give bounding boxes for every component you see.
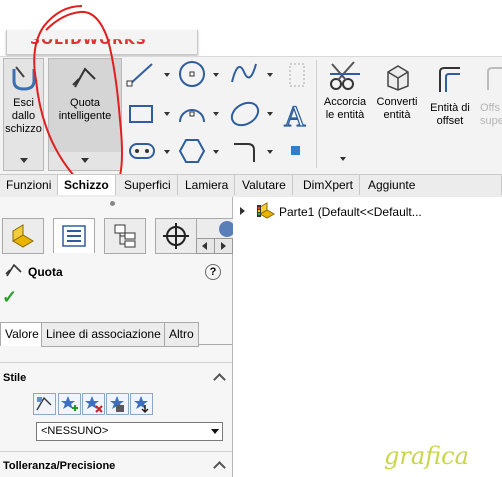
configuration-manager-icon <box>114 224 136 248</box>
expand-arrow-icon[interactable] <box>240 207 245 215</box>
subtab-linee-di-associazione[interactable]: Linee di associazione <box>41 322 166 347</box>
set-default-style-button[interactable] <box>33 393 56 415</box>
subtab-valore[interactable]: Valore <box>0 322 44 346</box>
tree-root-part[interactable]: Parte1 (Default<<Default... <box>279 205 422 219</box>
chevron-left-icon <box>202 242 207 250</box>
style-select[interactable]: <NESSUNO> <box>36 422 223 441</box>
property-manager-icon <box>62 225 86 247</box>
style-section-title: Stile <box>3 372 27 384</box>
tab-valutare[interactable]: Valutare <box>236 175 293 195</box>
panel-splitter-handle[interactable] <box>110 201 115 206</box>
chevron-down-icon <box>211 429 219 434</box>
load-style-icon <box>134 396 149 414</box>
configuration-manager-tab[interactable] <box>104 218 146 254</box>
panel-title: Quota <box>28 265 63 279</box>
style-select-value: <NESSUNO> <box>41 425 109 437</box>
feature-manager-icon <box>12 224 34 248</box>
tab-aggiunte-solidworks[interactable]: Aggiunte SOLIDWORKS <box>362 175 502 212</box>
delete-style-button[interactable] <box>82 393 105 415</box>
annotation-circle <box>33 5 123 194</box>
add-style-button[interactable] <box>58 393 81 415</box>
add-style-icon <box>61 396 78 411</box>
tab-funzioni[interactable]: Funzioni <box>0 175 59 195</box>
tab-scroll-left[interactable] <box>196 238 215 254</box>
save-style-icon <box>110 396 124 412</box>
part-icon <box>257 202 276 219</box>
dimxpert-manager-tab[interactable] <box>155 218 197 254</box>
save-style-button[interactable] <box>106 393 129 415</box>
subtab-altro[interactable]: Altro <box>164 322 199 347</box>
tab-scroll-right[interactable] <box>214 238 233 254</box>
tab-lamiera[interactable]: Lamiera <box>179 175 236 195</box>
tab-schizzo[interactable]: Schizzo <box>57 175 116 195</box>
load-style-button[interactable] <box>130 393 153 415</box>
help-button[interactable]: ? <box>205 264 221 280</box>
smart-dimension-icon <box>5 263 22 277</box>
watermark: grafica <box>384 442 469 470</box>
section-divider <box>0 451 232 452</box>
tab-superfici[interactable]: Superfici <box>118 175 178 195</box>
tolerance-section-title: Tolleranza/Precisione <box>3 460 116 472</box>
graphics-area[interactable] <box>233 197 502 477</box>
property-manager-tab[interactable] <box>53 218 95 253</box>
dimxpert-manager-icon <box>163 223 189 249</box>
tab-dimxpert[interactable]: DimXpert <box>297 175 361 195</box>
chevron-right-icon <box>221 242 226 250</box>
feature-manager-tab[interactable] <box>2 218 44 254</box>
section-divider <box>0 362 232 363</box>
default-style-icon <box>36 396 52 411</box>
delete-style-icon <box>85 396 103 413</box>
ok-button[interactable]: ✓ <box>2 287 17 308</box>
